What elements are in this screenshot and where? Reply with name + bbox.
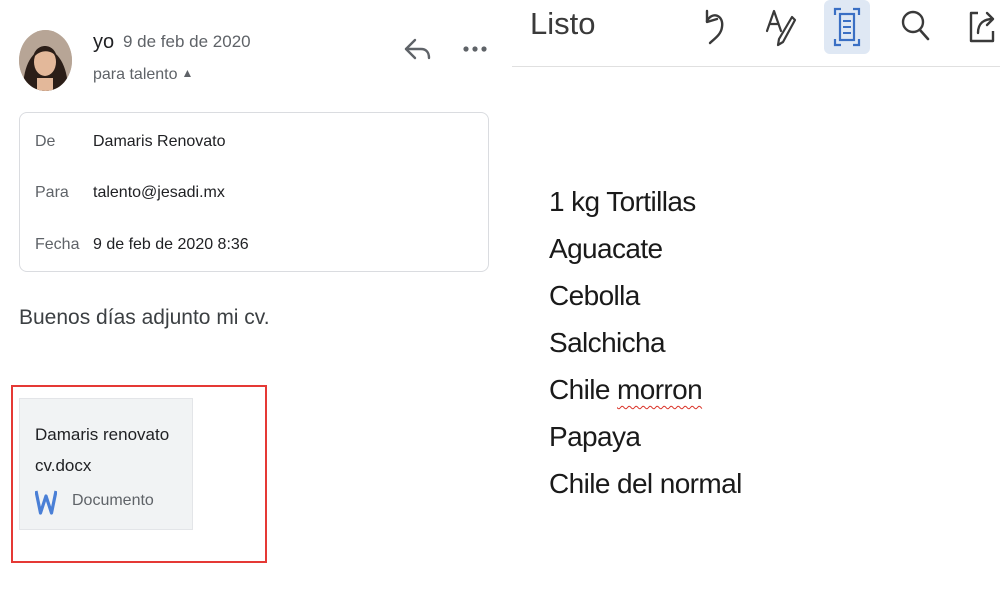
search-button[interactable] (892, 0, 938, 54)
undo-button[interactable] (690, 0, 736, 54)
pen-button[interactable] (756, 0, 802, 54)
recipient-summary-label: para talento (93, 66, 178, 83)
search-icon (901, 10, 930, 41)
note-line: Cebolla (549, 280, 640, 311)
attachment-name: Damaris renovato cv.docx (35, 425, 170, 475)
details-key: Fecha (35, 236, 80, 253)
note-line: Salchicha (549, 327, 666, 358)
done-button[interactable]: Listo (530, 6, 595, 42)
share-icon (969, 11, 995, 43)
chevron-up-icon: ▲ (181, 66, 194, 80)
note-content[interactable]: 1 kg Tortillas Aguacate Cebolla Salchich… (549, 178, 742, 507)
notes-panel: Listo 1 kg Tortillas Aguacate Cebolla Sa… (512, 0, 1000, 590)
email-body: Buenos días adjunto mi cv. (19, 306, 270, 329)
word-icon (35, 490, 57, 515)
document-scan-icon (833, 7, 861, 47)
details-key: De (35, 133, 56, 150)
pen-icon (765, 9, 797, 47)
email-panel: yo 9 de feb de 2020 para talento ▲ De Dam… (0, 0, 512, 590)
notes-toolbar: Listo (512, 0, 1000, 67)
details-value: 9 de feb de 2020 8:36 (93, 236, 249, 253)
email-details-card: De Damaris Renovato Para talento@jesadi.… (19, 112, 489, 272)
note-line: Aguacate (549, 233, 663, 264)
note-line: Chile del normal (549, 468, 742, 499)
details-value[interactable]: talento@jesadi.mx (93, 184, 225, 202)
share-button[interactable] (958, 0, 1000, 54)
sender-avatar[interactable] (19, 30, 72, 91)
note-line-text: Chile (549, 374, 617, 405)
attachment-card[interactable]: Damaris renovato cv.docx Documento (19, 398, 193, 530)
recipient-summary[interactable]: para talento ▲ (93, 66, 193, 84)
undo-icon (705, 9, 724, 45)
document-scan-button[interactable] (824, 0, 870, 54)
more-options-button[interactable] (458, 34, 492, 64)
details-key: Para (35, 184, 69, 201)
email-date: 9 de feb de 2020 (123, 32, 251, 51)
reply-icon (404, 38, 431, 60)
more-horizontal-icon (463, 46, 487, 52)
details-value: Damaris Renovato (93, 133, 226, 150)
note-line: Papaya (549, 421, 641, 452)
note-line: 1 kg Tortillas (549, 186, 696, 217)
sender-name: yo (93, 31, 115, 53)
misspelled-word[interactable]: morron (617, 374, 703, 405)
attachment-type: Documento (72, 492, 154, 509)
note-line: Chile morron (549, 366, 742, 413)
reply-button[interactable] (401, 34, 435, 64)
